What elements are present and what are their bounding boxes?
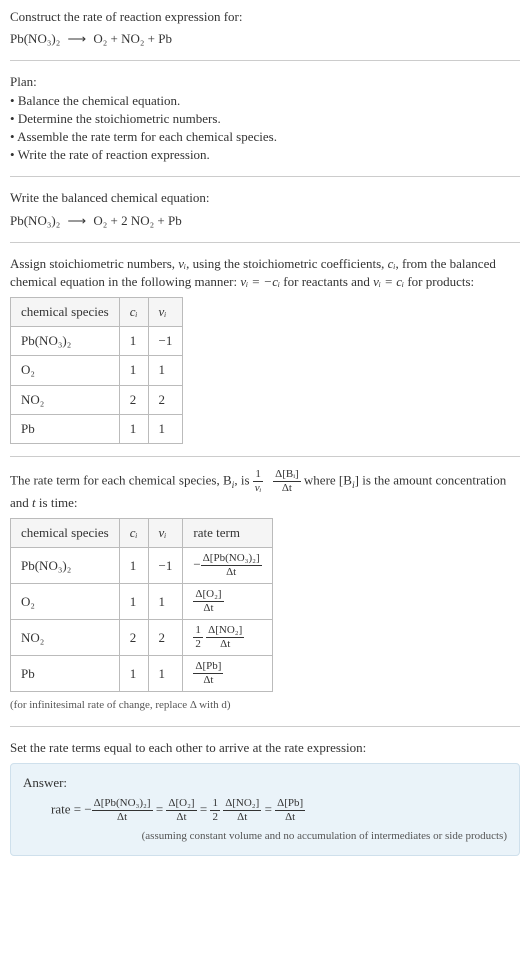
divider [10, 176, 520, 177]
reaction-arrow-icon: ⟶ [67, 30, 86, 48]
col-species: chemical species [11, 298, 120, 327]
rate-expression: rate = −Δ[Pb(NO₃)₂]Δt = Δ[O₂]Δt = 12 Δ[N… [23, 798, 507, 823]
table-row: NO₂ 2 2 12 Δ[NO₂]Δt [11, 620, 273, 656]
plan-block: Plan: • Balance the chemical equation. •… [10, 73, 520, 164]
col-rate: rate term [183, 519, 272, 548]
construct-block: Construct the rate of reaction expressio… [10, 8, 520, 48]
plan-item: • Assemble the rate term for each chemic… [10, 128, 520, 146]
col-c: cᵢ [119, 519, 148, 548]
plan-item: • Write the rate of reaction expression. [10, 146, 520, 164]
plan-title: Plan: [10, 73, 520, 91]
table-row: Pb11 [11, 414, 183, 443]
table-row: Pb(NO₃)₂1−1 [11, 327, 183, 356]
stoich-table: chemical species cᵢ νᵢ Pb(NO₃)₂1−1 O₂11 … [10, 297, 183, 444]
products: O₂ + NO₂ + Pb [93, 31, 172, 46]
col-nu: νᵢ [148, 519, 183, 548]
plan-item: • Balance the chemical equation. [10, 92, 520, 110]
answer-label: Answer: [23, 774, 507, 792]
balanced-block: Write the balanced chemical equation: Pb… [10, 189, 520, 229]
final-title: Set the rate terms equal to each other t… [10, 739, 520, 757]
balanced-title: Write the balanced chemical equation: [10, 189, 520, 207]
table-row: O₂11 [11, 356, 183, 385]
reaction-arrow-icon: ⟶ [67, 212, 86, 230]
products: O₂ + 2 NO₂ + Pb [93, 213, 181, 228]
col-c: cᵢ [119, 298, 148, 327]
rateterm-table: chemical species cᵢ νᵢ rate term Pb(NO₃)… [10, 518, 273, 692]
col-nu: νᵢ [148, 298, 183, 327]
construct-label: Construct the rate of reaction expressio… [10, 8, 520, 26]
divider [10, 726, 520, 727]
reactant: Pb(NO₃)₂ [10, 31, 60, 46]
reactant: Pb(NO₃)₂ [10, 213, 60, 228]
table-row: Pb(NO₃)₂ 1 −1 −Δ[Pb(NO₃)₂]Δt [11, 548, 273, 584]
fraction: Δ[Bᵢ]Δt [273, 469, 301, 494]
rateterm-def-block: The rate term for each chemical species,… [10, 469, 520, 512]
balanced-equation: Pb(NO₃)₂ ⟶ O₂ + 2 NO₂ + Pb [10, 212, 520, 230]
table-row: NO₂22 [11, 385, 183, 414]
infinitesimal-note: (for infinitesimal rate of change, repla… [10, 698, 520, 713]
assumption-note: (assuming constant volume and no accumul… [23, 829, 507, 844]
table-row: O₂ 1 1 Δ[O₂]Δt [11, 584, 273, 620]
fraction: 1νᵢ [253, 469, 264, 494]
divider [10, 242, 520, 243]
divider [10, 60, 520, 61]
unbalanced-equation: Pb(NO₃)₂ ⟶ O₂ + NO₂ + Pb [10, 30, 520, 48]
table-header-row: chemical species cᵢ νᵢ [11, 298, 183, 327]
table-row: Pb 1 1 Δ[Pb]Δt [11, 656, 273, 692]
table-header-row: chemical species cᵢ νᵢ rate term [11, 519, 273, 548]
col-species: chemical species [11, 519, 120, 548]
divider [10, 456, 520, 457]
answer-box: Answer: rate = −Δ[Pb(NO₃)₂]Δt = Δ[O₂]Δt … [10, 763, 520, 856]
plan-item: • Determine the stoichiometric numbers. [10, 110, 520, 128]
stoich-assign-block: Assign stoichiometric numbers, νᵢ, using… [10, 255, 520, 291]
